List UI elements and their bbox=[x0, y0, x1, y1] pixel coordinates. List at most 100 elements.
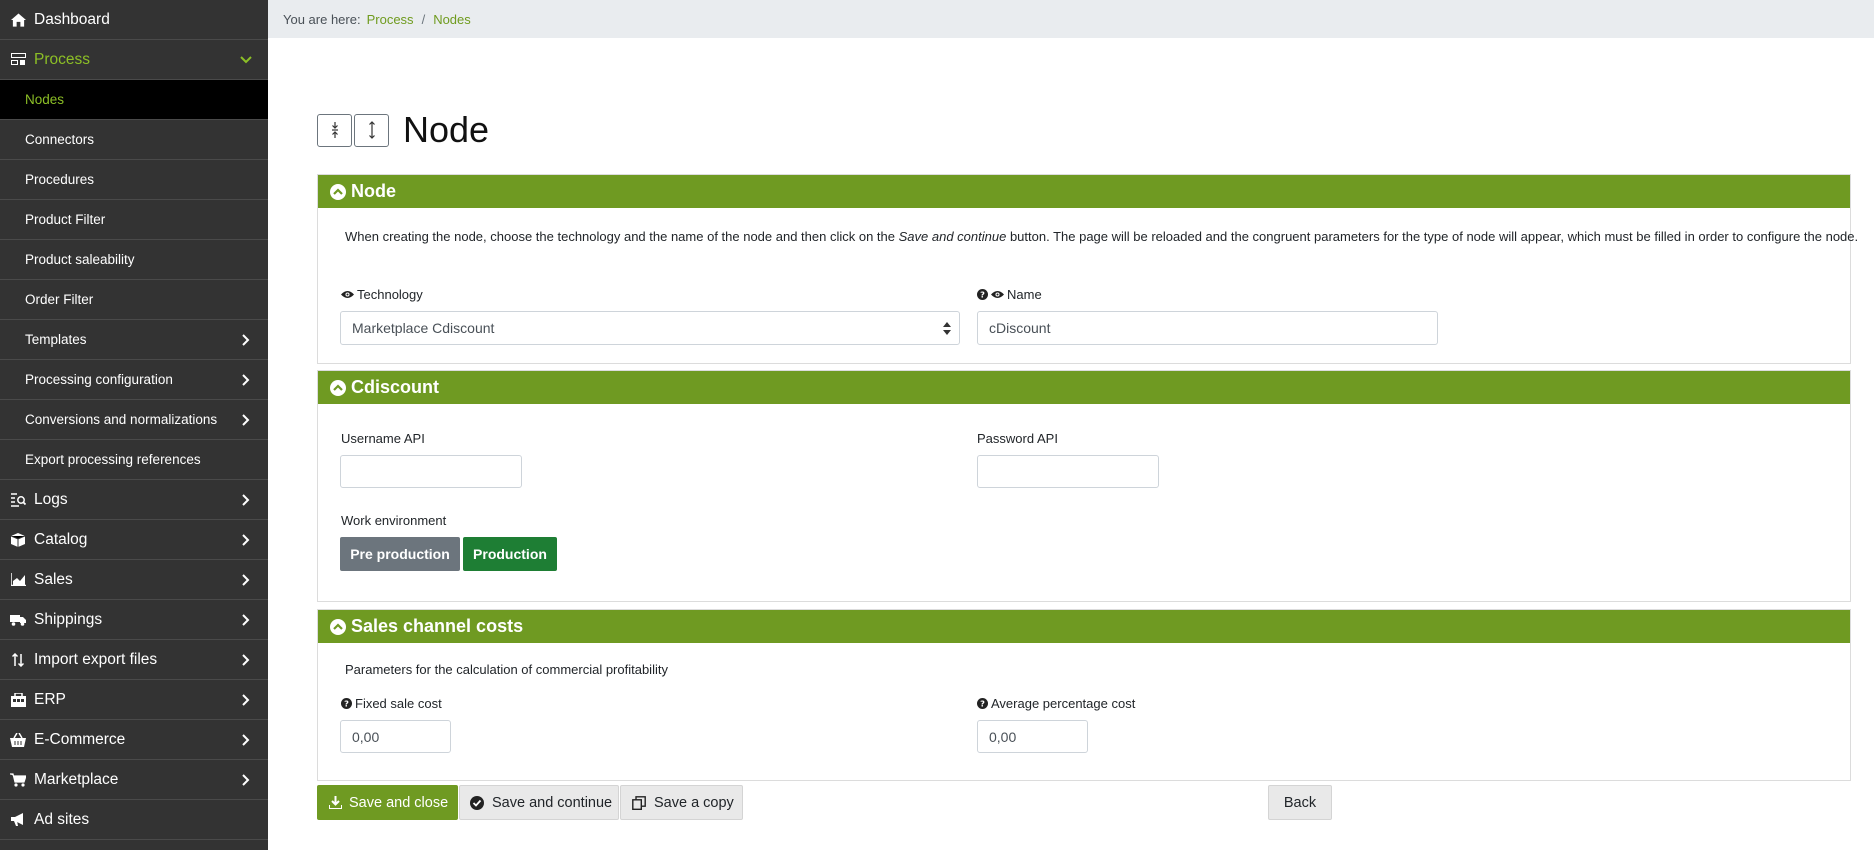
page-title: Node bbox=[403, 109, 490, 150]
sidebar-item-connectors[interactable]: Connectors bbox=[0, 120, 268, 160]
technology-select[interactable]: Marketplace Cdiscount bbox=[340, 311, 960, 345]
cdiscount-card-title: Cdiscount bbox=[351, 377, 439, 397]
chevron-circle-up-icon bbox=[330, 183, 346, 200]
chevron-right-icon bbox=[240, 693, 252, 706]
node-description: When creating the node, choose the techn… bbox=[345, 229, 1858, 244]
node-card-body: When creating the node, choose the techn… bbox=[318, 208, 1858, 365]
sidebar-item-label: Dashboard bbox=[34, 10, 110, 28]
chevron-right-icon bbox=[240, 333, 252, 346]
fixed-cost-input[interactable]: 0,00 bbox=[340, 720, 451, 753]
cdiscount-card-header[interactable]: Cdiscount bbox=[318, 371, 1850, 404]
check-circle-icon bbox=[470, 795, 484, 810]
chevron-right-icon bbox=[240, 733, 252, 746]
sidebar-item-label: ERP bbox=[34, 690, 66, 708]
fixed-cost-label-text: Fixed sale cost bbox=[355, 696, 442, 711]
sidebar-item-processing-configuration[interactable]: Processing configuration bbox=[0, 360, 268, 400]
sidebar-item-process[interactable]: Process bbox=[0, 40, 268, 80]
chevron-right-icon bbox=[240, 493, 252, 506]
work-environment-label: Work environment bbox=[341, 513, 447, 528]
sidebar-item-label: Catalog bbox=[34, 530, 88, 548]
sidebar-item-logs[interactable]: Logs bbox=[0, 480, 268, 520]
chevron-right-icon bbox=[240, 773, 252, 786]
save-and-close-button[interactable]: Save and close bbox=[317, 785, 458, 820]
average-cost-label: ? Average percentage cost bbox=[977, 696, 1135, 711]
download-icon bbox=[329, 796, 342, 809]
sidebar-item-label: Product saleability bbox=[25, 252, 135, 267]
technology-select-value: Marketplace Cdiscount bbox=[352, 320, 495, 336]
breadcrumb-prefix: You are here: bbox=[283, 11, 361, 27]
password-input[interactable] bbox=[977, 455, 1159, 488]
sidebar-item-import-export[interactable]: Import export files bbox=[0, 640, 268, 680]
expand-icon bbox=[368, 121, 375, 139]
chevron-circle-up-icon bbox=[330, 379, 346, 396]
fixed-cost-value: 0,00 bbox=[352, 728, 380, 745]
sidebar-item-label: Processing configuration bbox=[25, 372, 173, 387]
average-cost-label-text: Average percentage cost bbox=[991, 696, 1136, 711]
back-button[interactable]: Back bbox=[1268, 785, 1332, 820]
pre-production-option[interactable]: Pre production bbox=[340, 537, 460, 571]
truck-icon bbox=[10, 612, 26, 628]
sidebar-item-export-processing[interactable]: Export processing references bbox=[0, 440, 268, 480]
chevron-right-icon bbox=[240, 653, 252, 666]
sidebar-item-procedures[interactable]: Procedures bbox=[0, 160, 268, 200]
collapse-all-button[interactable] bbox=[317, 113, 352, 147]
production-option[interactable]: Production bbox=[463, 537, 557, 571]
sidebar-item-label: Sales bbox=[34, 570, 73, 588]
sidebar-item-catalog[interactable]: Catalog bbox=[0, 520, 268, 560]
sidebar: Dashboard Process Nodes Connectors Proce… bbox=[0, 0, 268, 850]
eye-icon bbox=[991, 291, 1004, 298]
breadcrumb-separator: / bbox=[421, 11, 426, 27]
chevron-circle-up-icon bbox=[330, 618, 346, 635]
sidebar-item-templates[interactable]: Templates bbox=[0, 320, 268, 360]
sidebar-item-erp[interactable]: ERP bbox=[0, 680, 268, 720]
sidebar-item-nodes[interactable]: Nodes bbox=[0, 80, 268, 120]
sidebar-item-ecommerce[interactable]: E-Commerce bbox=[0, 720, 268, 760]
breadcrumb-link-process[interactable]: Process bbox=[367, 12, 414, 27]
node-card-header[interactable]: Node bbox=[318, 175, 1850, 208]
password-label: Password API bbox=[977, 431, 1058, 446]
sidebar-item-label: Nodes bbox=[25, 92, 65, 107]
average-cost-input[interactable]: 0,00 bbox=[977, 720, 1088, 753]
sidebar-item-dashboard[interactable]: Dashboard bbox=[0, 0, 268, 40]
sidebar-item-label: Product Filter bbox=[25, 212, 106, 227]
expand-all-button[interactable] bbox=[354, 113, 389, 147]
eye-icon bbox=[341, 291, 354, 298]
costs-card-title: Sales channel costs bbox=[351, 616, 524, 636]
sidebar-item-conversions[interactable]: Conversions and normalizations bbox=[0, 400, 268, 440]
sidebar-item-label: Import export files bbox=[34, 650, 158, 668]
node-description-part: When creating the node, choose the techn… bbox=[345, 229, 899, 244]
save-a-copy-label: Save a copy bbox=[654, 794, 734, 811]
save-a-copy-button[interactable]: Save a copy bbox=[620, 785, 743, 820]
node-card-title: Node bbox=[351, 181, 396, 201]
technology-label-text: Technology bbox=[357, 287, 423, 302]
sidebar-item-product-filter[interactable]: Product Filter bbox=[0, 200, 268, 240]
erp-icon bbox=[10, 692, 26, 708]
sidebar-item-sales[interactable]: Sales bbox=[0, 560, 268, 600]
node-description-emphasis: Save and continue bbox=[898, 229, 1007, 244]
svg-text:?: ? bbox=[980, 699, 985, 709]
save-and-continue-label: Save and continue bbox=[492, 794, 613, 811]
sidebar-item-order-filter[interactable]: Order Filter bbox=[0, 280, 268, 320]
costs-card-header[interactable]: Sales channel costs bbox=[318, 610, 1850, 643]
node-card: Node When creating the node, choose the … bbox=[317, 174, 1858, 365]
svg-text:?: ? bbox=[980, 290, 985, 300]
name-label: ? Name bbox=[977, 287, 1042, 302]
breadcrumb-link-nodes[interactable]: Nodes bbox=[433, 12, 471, 27]
sidebar-item-label: Conversions and normalizations bbox=[25, 412, 218, 427]
cart-icon bbox=[10, 772, 26, 788]
username-input[interactable] bbox=[340, 455, 522, 488]
sidebar-item-product-saleability[interactable]: Product saleability bbox=[0, 240, 268, 280]
cdiscount-card-body: Username API Password API Work environme… bbox=[318, 404, 1850, 603]
chevron-right-icon bbox=[240, 573, 252, 586]
breadcrumb: You are here: Process / Nodes bbox=[268, 0, 1874, 38]
box-icon bbox=[10, 532, 26, 548]
save-and-continue-button[interactable]: Save and continue bbox=[459, 785, 619, 820]
name-input[interactable]: cDiscount bbox=[977, 311, 1438, 345]
sidebar-item-ad-sites[interactable]: Ad sites bbox=[0, 800, 268, 840]
svg-text:?: ? bbox=[344, 699, 349, 709]
cdiscount-card: Cdiscount Username API Password API Work… bbox=[317, 370, 1851, 602]
sidebar-item-label: Order Filter bbox=[25, 292, 94, 307]
sidebar-item-marketplace[interactable]: Marketplace bbox=[0, 760, 268, 800]
logs-icon bbox=[10, 492, 26, 508]
sidebar-item-shippings[interactable]: Shippings bbox=[0, 600, 268, 640]
